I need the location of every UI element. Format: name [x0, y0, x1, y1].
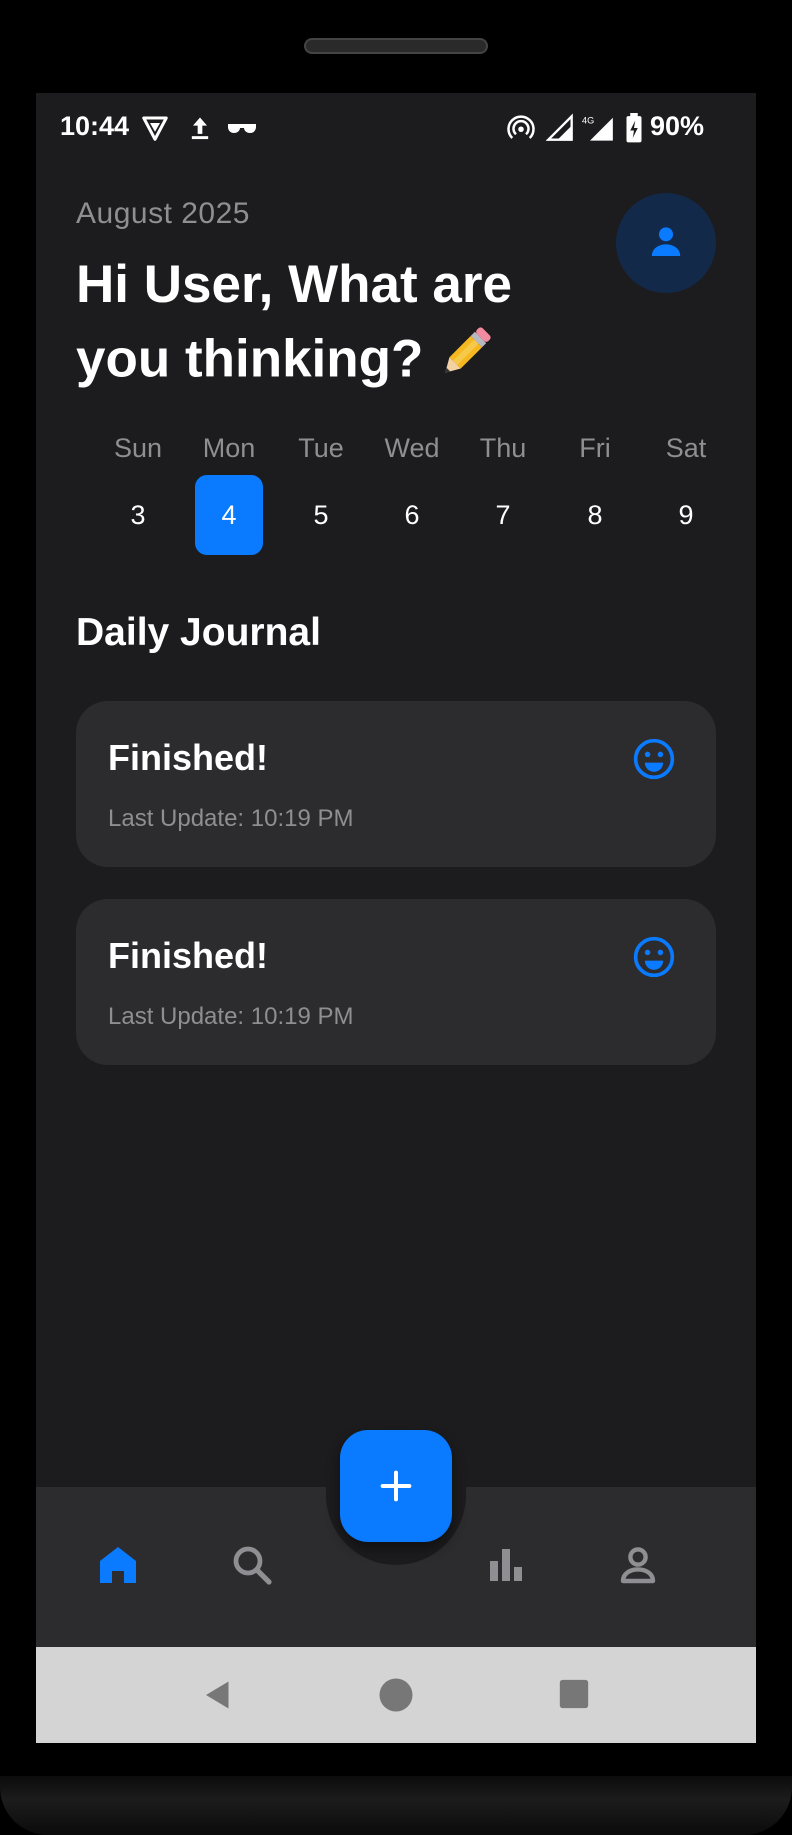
hotspot-icon: [506, 113, 536, 143]
home-circle-icon[interactable]: [378, 1677, 414, 1718]
pencil-emoji: [433, 321, 497, 404]
day-number: 9: [678, 500, 694, 530]
nav-stats-button[interactable]: [482, 1541, 530, 1589]
day-number: 5: [313, 500, 329, 530]
plus-icon: [380, 1470, 412, 1502]
battery-charging-icon: [624, 113, 644, 143]
add-entry-button[interactable]: [340, 1430, 452, 1542]
nav-profile-button[interactable]: [614, 1541, 662, 1589]
day-number: 6: [404, 500, 420, 530]
day-name: Fri: [579, 433, 611, 463]
day-name: Sun: [113, 433, 163, 463]
vpn-shield-icon: [140, 113, 170, 143]
day-name: Tue: [298, 433, 344, 463]
recents-icon[interactable]: [557, 1677, 591, 1716]
day-number: 8: [587, 500, 603, 530]
day-name: Sat: [665, 433, 707, 463]
battery-percentage: 90%: [650, 111, 705, 141]
speaker-grille: [304, 38, 488, 54]
nav-search-button[interactable]: [228, 1541, 276, 1589]
profile-avatar-button[interactable]: [616, 193, 716, 293]
app-screen: 10:44 4G 90% August 2025 Hi User, What a…: [36, 93, 756, 1743]
nav-home-button[interactable]: [94, 1541, 142, 1589]
upload-icon: [186, 113, 214, 143]
journal-entry-updated: Last Update: 10:19 PM: [108, 1003, 354, 1030]
system-navigation-bar: [36, 1647, 756, 1743]
person-icon: [651, 227, 681, 256]
greeting-heading: Hi User, What are you thinking?: [76, 249, 536, 404]
day-number: 3: [130, 500, 146, 530]
day-name: Wed: [384, 433, 440, 463]
4g-signal-icon: 4G: [582, 113, 614, 143]
journal-entry-card[interactable]: Finished! Last Update: 10:19 PM: [76, 701, 716, 867]
smile-icon: [632, 935, 676, 984]
profile-icon: [620, 1547, 656, 1584]
journal-entry-title: Finished!: [108, 737, 268, 778]
day-name: Mon: [202, 433, 256, 463]
day-name: Thu: [479, 433, 527, 463]
day-number: 7: [495, 500, 511, 530]
status-time: 10:44: [60, 111, 130, 141]
journal-entry-title: Finished!: [108, 935, 268, 976]
back-icon[interactable]: [200, 1677, 236, 1718]
svg-text:4G: 4G: [582, 115, 594, 125]
signal-icon: [545, 113, 574, 143]
device-bottom-bezel: [0, 1776, 792, 1835]
home-icon: [100, 1547, 136, 1583]
current-month: August 2025: [76, 197, 250, 230]
stats-icon: [490, 1549, 522, 1581]
journal-entry-card[interactable]: Finished! Last Update: 10:19 PM: [76, 899, 716, 1065]
journal-entry-updated: Last Update: 10:19 PM: [108, 805, 354, 832]
day-number-selected: 4: [195, 475, 263, 555]
search-icon: [233, 1546, 272, 1585]
glasses-icon: [226, 113, 258, 143]
status-bar: 10:44 4G 90%: [36, 93, 756, 165]
device-frame: 10:44 4G 90% August 2025 Hi User, What a…: [0, 0, 792, 1835]
smile-icon: [632, 737, 676, 786]
section-title-daily-journal: Daily Journal: [76, 611, 321, 654]
